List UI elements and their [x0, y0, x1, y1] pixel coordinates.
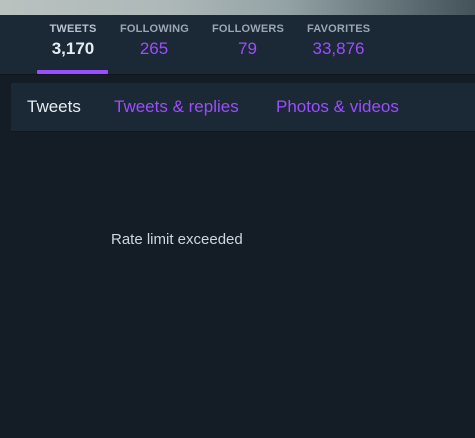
stat-tweets[interactable]: TWEETS 3,170 [49, 23, 97, 59]
stat-favorites-count: 33,876 [312, 39, 365, 58]
stat-tweets-count: 3,170 [51, 39, 95, 58]
stat-favorites-label: FAVORITES [307, 23, 371, 35]
profile-page: TWEETS 3,170 FOLLOWING 265 FOLLOWERS 79 … [0, 0, 475, 438]
timeline-tabs: Tweets Tweets & replies Photos & videos [11, 83, 475, 132]
profile-banner-image [0, 0, 475, 15]
stat-followers[interactable]: FOLLOWERS 79 [212, 23, 285, 59]
stat-followers-label: FOLLOWERS [212, 23, 285, 35]
stat-tweets-label: TWEETS [49, 23, 97, 35]
stat-following[interactable]: FOLLOWING 265 [120, 23, 190, 59]
timeline-stream: Rate limit exceeded [0, 132, 475, 438]
rate-limit-message: Rate limit exceeded [111, 231, 243, 248]
stat-followers-count: 79 [238, 39, 257, 58]
profile-stats-bar: TWEETS 3,170 FOLLOWING 265 FOLLOWERS 79 … [0, 15, 475, 75]
stat-following-label: FOLLOWING [120, 23, 190, 35]
active-stat-indicator [37, 70, 108, 74]
tab-photos-and-videos[interactable]: Photos & videos [276, 97, 399, 117]
tab-tweets[interactable]: Tweets [27, 97, 81, 117]
stat-following-count: 265 [139, 39, 169, 58]
stat-favorites[interactable]: FAVORITES 33,876 [307, 23, 370, 59]
tab-tweets-and-replies[interactable]: Tweets & replies [114, 97, 239, 117]
